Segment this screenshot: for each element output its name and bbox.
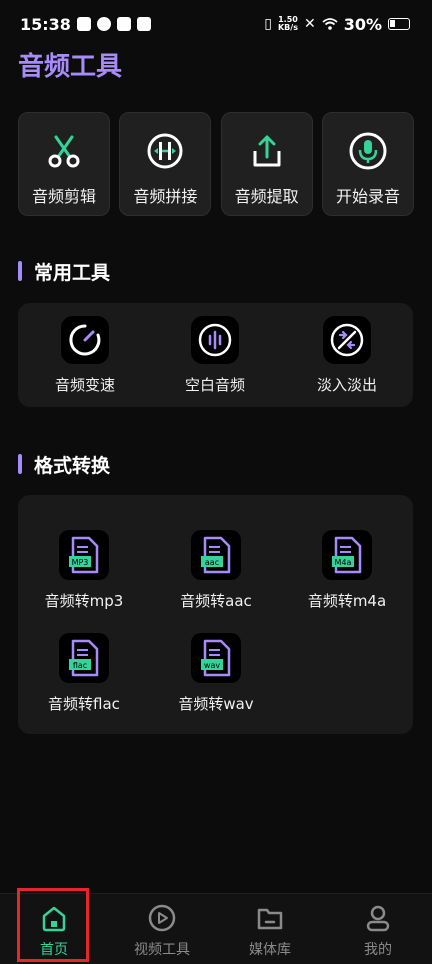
audio-merge-label: 音频拼接 bbox=[133, 187, 198, 206]
format-label: 音频转flac bbox=[48, 695, 120, 713]
nav-label: 首页 bbox=[40, 942, 68, 958]
home-icon bbox=[42, 906, 66, 932]
speedometer-icon bbox=[69, 324, 101, 356]
format-label: 音频转mp3 bbox=[44, 592, 124, 610]
audio-extract-label: 音频提取 bbox=[234, 187, 299, 206]
status-right: ▯ 1.50 KB/s ✕ 30% bbox=[264, 15, 410, 34]
nav-video-tools[interactable]: 视频工具 bbox=[108, 894, 216, 964]
network-speed-unit: KB/s bbox=[277, 23, 298, 32]
quick-actions: 音频剪辑 音频拼接 音频提取 开始录音 bbox=[18, 112, 414, 216]
audio-cut-button[interactable]: 音频剪辑 bbox=[18, 112, 110, 216]
notification-app-icon bbox=[96, 17, 111, 31]
scissors-icon bbox=[48, 135, 80, 168]
page-title: 音频工具 bbox=[18, 52, 123, 82]
start-recording-label: 开始录音 bbox=[335, 187, 400, 206]
format-icon-box: aac bbox=[191, 530, 241, 580]
audio-file-icon: M4a bbox=[332, 536, 362, 574]
section-format-conversion: 格式转换 bbox=[18, 452, 111, 477]
convert-aac-button[interactable]: aac 音频转aac bbox=[151, 530, 281, 611]
microphone-icon bbox=[349, 132, 387, 170]
share-upload-icon bbox=[253, 135, 281, 167]
format-badge: MP3 bbox=[72, 558, 89, 567]
blank-audio-button[interactable]: 空白音频 bbox=[160, 316, 270, 395]
vibrate-icon: ▯ bbox=[264, 16, 272, 32]
nav-label: 我的 bbox=[364, 942, 392, 958]
format-label: 音频转aac bbox=[180, 592, 252, 610]
tool-label: 淡入淡出 bbox=[316, 376, 377, 394]
tool-label: 空白音频 bbox=[184, 376, 245, 394]
bottom-nav: 首页 视频工具 媒体库 我的 bbox=[0, 893, 432, 964]
wifi-icon bbox=[322, 18, 338, 30]
format-badge: flac bbox=[73, 661, 87, 670]
convert-mp3-button[interactable]: MP3 音频转mp3 bbox=[19, 530, 149, 611]
notification-app-icon bbox=[136, 17, 151, 31]
format-badge: wav bbox=[204, 661, 220, 670]
tool-label: 音频变速 bbox=[54, 376, 115, 394]
nav-profile[interactable]: 我的 bbox=[324, 894, 432, 964]
audio-file-icon: MP3 bbox=[69, 536, 99, 574]
battery-icon bbox=[388, 18, 410, 30]
audio-file-icon: flac bbox=[69, 639, 99, 677]
convert-flac-button[interactable]: flac 音频转flac bbox=[19, 633, 149, 714]
section-marker bbox=[18, 261, 22, 281]
audio-wave-icon bbox=[198, 323, 232, 357]
section-title: 格式转换 bbox=[34, 454, 111, 477]
battery-percent: 30% bbox=[343, 14, 382, 34]
format-conversion-panel: MP3 音频转mp3 aac 音频转aac M4a 音频转m4a flac 音频… bbox=[18, 495, 413, 734]
audio-extract-button[interactable]: 音频提取 bbox=[220, 112, 313, 216]
status-left: 15:38 bbox=[20, 15, 151, 34]
fade-in-out-button[interactable]: 淡入淡出 bbox=[292, 316, 402, 395]
status-time: 15:38 bbox=[20, 14, 71, 34]
audio-speed-button[interactable]: 音频变速 bbox=[30, 316, 140, 395]
format-badge: M4a bbox=[335, 558, 352, 567]
format-icon-box: wav bbox=[191, 633, 241, 683]
audio-cut-label: 音频剪辑 bbox=[31, 187, 96, 206]
fade-arrows-icon bbox=[330, 323, 364, 357]
format-icon-box: flac bbox=[59, 633, 109, 683]
network-speed: 1.50 KB/s bbox=[278, 16, 298, 32]
section-title: 常用工具 bbox=[34, 261, 111, 284]
format-label: 音频转m4a bbox=[307, 592, 387, 610]
convert-m4a-button[interactable]: M4a 音频转m4a bbox=[282, 530, 412, 611]
nav-media-library[interactable]: 媒体库 bbox=[216, 894, 324, 964]
tool-icon-box bbox=[323, 316, 371, 364]
play-circle-icon bbox=[148, 904, 176, 932]
nav-home[interactable]: 首页 bbox=[0, 894, 108, 964]
audio-file-icon: aac bbox=[201, 536, 231, 574]
merge-icon bbox=[147, 133, 183, 169]
format-label: 音频转wav bbox=[178, 695, 254, 713]
common-tools-panel: 音频变速 空白音频 淡入淡出 bbox=[18, 303, 413, 407]
audio-file-icon: wav bbox=[201, 639, 231, 677]
format-badge: aac bbox=[205, 558, 219, 567]
nav-label: 媒体库 bbox=[249, 942, 291, 958]
user-icon bbox=[366, 905, 390, 932]
sim-icon: ✕ bbox=[303, 16, 316, 32]
folder-icon bbox=[257, 908, 283, 930]
section-marker bbox=[18, 454, 22, 474]
notification-app-icon bbox=[116, 17, 131, 31]
format-icon-box: M4a bbox=[322, 530, 372, 580]
nav-label: 视频工具 bbox=[134, 942, 190, 958]
audio-merge-button[interactable]: 音频拼接 bbox=[119, 112, 212, 216]
section-common-tools: 常用工具 bbox=[18, 259, 111, 284]
convert-wav-button[interactable]: wav 音频转wav bbox=[151, 633, 281, 714]
notification-app-icon bbox=[76, 17, 91, 31]
start-recording-button[interactable]: 开始录音 bbox=[321, 112, 414, 216]
status-bar: 15:38 ▯ 1.50 KB/s ✕ 30% bbox=[0, 0, 432, 48]
format-icon-box: MP3 bbox=[59, 530, 109, 580]
tool-icon-box bbox=[61, 316, 109, 364]
tool-icon-box bbox=[191, 316, 239, 364]
